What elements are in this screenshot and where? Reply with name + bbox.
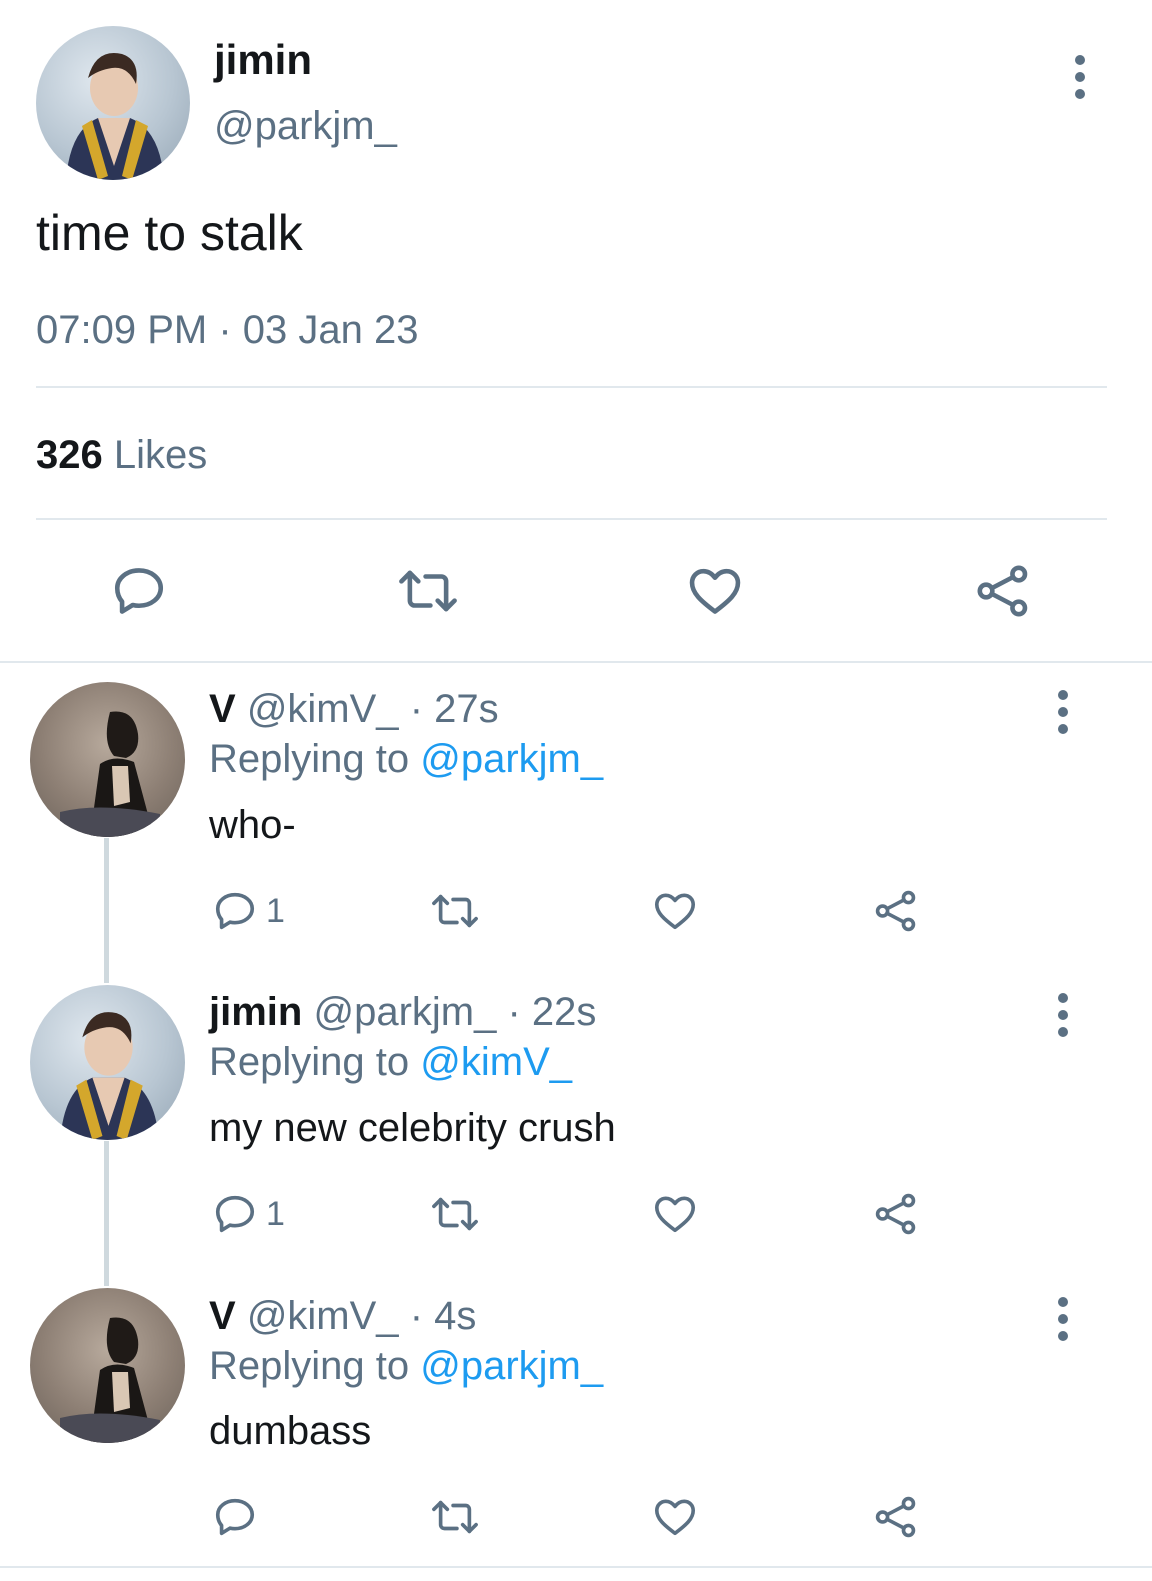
retweet-icon[interactable]: [427, 1494, 483, 1540]
reply-icon[interactable]: [110, 562, 168, 620]
share-icon[interactable]: [873, 888, 919, 934]
likes-number: 326: [36, 433, 103, 477]
replying-to: Replying to @kimV_: [209, 1040, 572, 1085]
divider: [36, 518, 1107, 520]
reply-avatar[interactable]: [30, 682, 185, 837]
reply-author-name[interactable]: V: [209, 1294, 236, 1338]
reply-count: 1: [266, 1194, 285, 1233]
replying-to-label: Replying to: [209, 1040, 410, 1084]
retweet-icon[interactable]: [427, 1191, 483, 1237]
replying-to: Replying to @parkjm_: [209, 1344, 603, 1389]
thread-line: [104, 838, 109, 983]
reply-author-name[interactable]: V: [209, 687, 236, 731]
reply-text: dumbass: [209, 1409, 372, 1453]
reply-author-handle[interactable]: @parkjm_: [313, 990, 496, 1034]
reply-button[interactable]: 1: [212, 1191, 285, 1237]
reply-avatar[interactable]: [30, 985, 185, 1140]
reply-header[interactable]: jimin @parkjm_ · 22s: [209, 990, 596, 1035]
author-name[interactable]: jimin: [214, 36, 312, 84]
reply-time: · 27s: [409, 687, 499, 731]
reply-button[interactable]: [212, 1494, 266, 1540]
replying-to-mention[interactable]: @kimV_: [420, 1040, 572, 1084]
share-icon[interactable]: [873, 1494, 919, 1540]
retweet-icon[interactable]: [396, 562, 460, 620]
retweet-icon[interactable]: [427, 888, 483, 934]
replying-to-label: Replying to: [209, 1344, 410, 1388]
reply-icon: [215, 1195, 255, 1233]
like-icon[interactable]: [652, 1191, 698, 1237]
like-icon[interactable]: [652, 888, 698, 934]
like-icon[interactable]: [652, 1494, 698, 1540]
reply-text: my new celebrity crush: [209, 1106, 616, 1150]
reply-avatar[interactable]: [30, 1288, 185, 1443]
reply-button[interactable]: 1: [212, 888, 285, 934]
replying-to: Replying to @parkjm_: [209, 737, 603, 782]
reply-count: 1: [266, 891, 285, 930]
replying-to-mention[interactable]: @parkjm_: [420, 1344, 603, 1388]
reply-header[interactable]: V @kimV_ · 27s: [209, 687, 499, 732]
author-avatar[interactable]: [36, 26, 190, 180]
more-options-icon[interactable]: [1051, 993, 1075, 1037]
share-icon[interactable]: [873, 1191, 919, 1237]
more-options-icon[interactable]: [1051, 690, 1075, 734]
reply-author-name[interactable]: jimin: [209, 990, 302, 1034]
replying-to-label: Replying to: [209, 737, 410, 781]
replying-to-mention[interactable]: @parkjm_: [420, 737, 603, 781]
tweet-timestamp: 07:09 PM · 03 Jan 23: [36, 308, 419, 352]
reply-header[interactable]: V @kimV_ · 4s: [209, 1294, 476, 1339]
likes-label: Likes: [113, 433, 208, 477]
divider: [0, 661, 1152, 663]
tweet-text: time to stalk: [36, 205, 303, 261]
share-icon[interactable]: [974, 562, 1032, 620]
reply-icon: [215, 892, 255, 930]
likes-count[interactable]: 326 Likes: [36, 433, 207, 478]
divider: [0, 1566, 1152, 1568]
divider: [36, 386, 1107, 388]
reply-author-handle[interactable]: @kimV_: [247, 687, 399, 731]
reply-time: · 4s: [409, 1294, 477, 1338]
thread-line: [104, 1141, 109, 1286]
more-options-icon[interactable]: [1051, 1297, 1075, 1341]
author-handle[interactable]: @parkjm_: [214, 104, 397, 149]
reply-icon: [215, 1498, 255, 1536]
like-icon[interactable]: [686, 562, 744, 620]
more-options-icon[interactable]: [1068, 55, 1092, 99]
reply-time: · 22s: [507, 990, 597, 1034]
reply-text: who-: [209, 803, 296, 847]
reply-author-handle[interactable]: @kimV_: [247, 1294, 399, 1338]
